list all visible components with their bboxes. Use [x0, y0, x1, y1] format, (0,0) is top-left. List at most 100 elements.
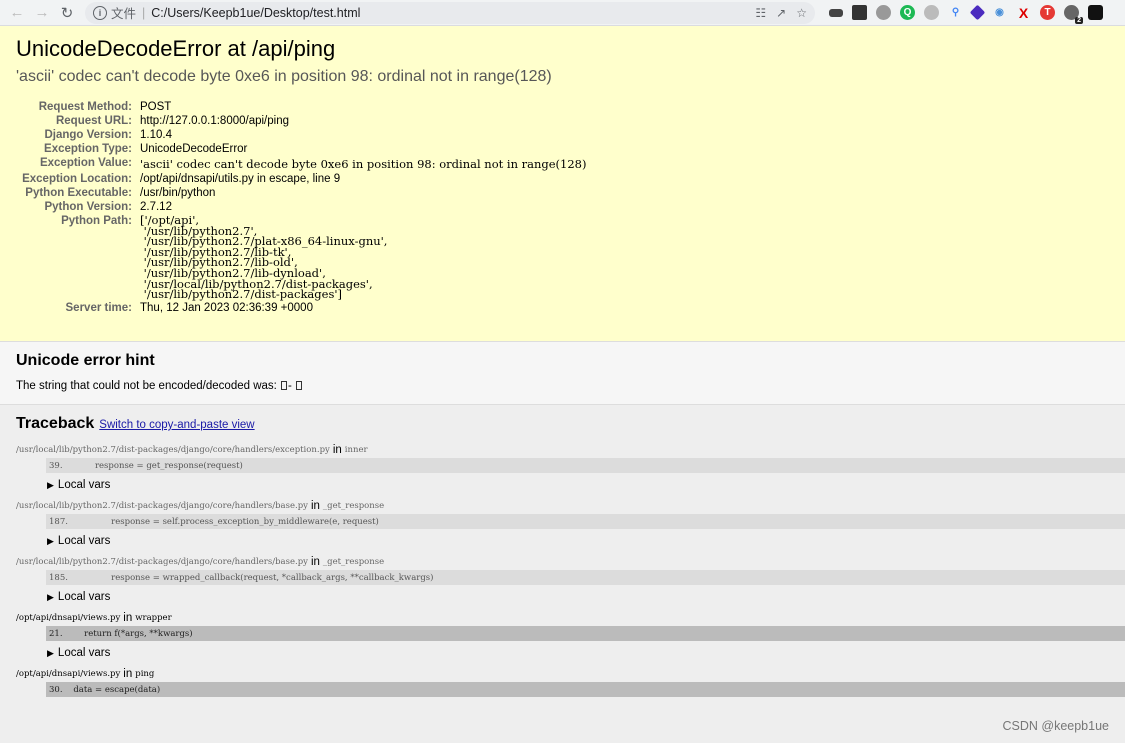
- in-word: in: [123, 611, 133, 624]
- traceback-frame: /usr/local/lib/python2.7/dist-packages/d…: [16, 441, 1125, 497]
- in-word: in: [310, 499, 320, 512]
- traceback-frame: /usr/local/lib/python2.7/dist-packages/d…: [16, 553, 1125, 609]
- context-line[interactable]: 185. response = wrapped_callback(request…: [46, 570, 1125, 585]
- frame-file: /usr/local/lib/python2.7/dist-packages/d…: [16, 441, 1125, 458]
- meta-row: Python Executable: /usr/bin/python: [22, 186, 586, 200]
- reload-icon[interactable]: ↻: [56, 2, 78, 24]
- share-icon[interactable]: ↗: [776, 6, 786, 20]
- extension-icon[interactable]: [1088, 5, 1103, 20]
- local-vars-label: Local vars: [57, 647, 111, 659]
- back-icon[interactable]: ←: [6, 2, 28, 24]
- extension-icon[interactable]: [829, 8, 843, 17]
- eye-icon[interactable]: ◉: [992, 5, 1007, 20]
- local-vars-toggle[interactable]: ▶ Local vars: [47, 529, 1125, 553]
- frame-function: inner: [344, 444, 368, 455]
- hint-label: The string that could not be encoded/dec…: [16, 380, 281, 392]
- code-text: return f(*args, **kwargs): [62, 628, 193, 639]
- extension-icon[interactable]: [924, 5, 939, 20]
- context-line[interactable]: 39. response = get_response(request): [46, 458, 1125, 473]
- extension-icon[interactable]: [969, 4, 986, 21]
- extension-icon[interactable]: [876, 5, 891, 20]
- meta-row: Request Method: POST: [22, 100, 586, 114]
- meta-row: Exception Value: 'ascii' codec can't deco…: [22, 156, 587, 172]
- meta-value: Thu, 12 Jan 2023 02:36:39 +0000: [140, 301, 313, 314]
- unicode-hint-section: Unicode error hint The string that could…: [0, 342, 1125, 405]
- in-word: in: [123, 667, 133, 680]
- meta-value: UnicodeDecodeError: [140, 143, 248, 155]
- translate-icon[interactable]: ☷: [755, 6, 766, 20]
- qr-icon[interactable]: [852, 5, 867, 20]
- page-title: UnicodeDecodeError at /api/ping: [16, 36, 336, 61]
- meta-label: Django Version:: [44, 129, 132, 141]
- x-extension-icon[interactable]: X: [1016, 5, 1031, 21]
- meta-row: Request URL: http://127.0.0.1:8000/api/pi…: [22, 114, 586, 128]
- meta-label: Python Path:: [61, 215, 132, 227]
- triangle-right-icon: ▶: [47, 647, 54, 658]
- meta-value: http://127.0.0.1:8000/api/ping: [140, 115, 289, 127]
- local-vars-label: Local vars: [57, 591, 111, 603]
- traceback-title: Traceback: [16, 415, 95, 432]
- meta-value: POST: [140, 101, 172, 113]
- code-text: data = escape(data): [62, 684, 161, 695]
- meta-row: Exception Location: /opt/api/dnsapi/utils…: [22, 172, 586, 186]
- line-number: 39.: [49, 460, 63, 471]
- traceback-frame: /opt/api/dnsapi/views.py in ping 30. data …: [16, 665, 1125, 697]
- context-line[interactable]: 187. response = self.process_exception_b…: [46, 514, 1125, 529]
- frame-filename: /usr/local/lib/python2.7/dist-packages/d…: [16, 500, 308, 511]
- extension-icon[interactable]: T: [1040, 5, 1055, 20]
- frame-filename: /opt/api/dnsapi/views.py: [16, 668, 121, 679]
- browser-toolbar: ← → ↻ i 文件 | C:/Users/Keepb1ue/Desktop/t…: [0, 0, 1125, 26]
- url-text[interactable]: C:/Users/Keepb1ue/Desktop/test.html: [151, 6, 755, 20]
- in-word: in: [310, 555, 320, 568]
- meta-value: 'ascii' codec can't decode byte 0xe6 in …: [140, 157, 587, 171]
- frame-file: /opt/api/dnsapi/views.py in wrapper: [16, 609, 1125, 626]
- context-line[interactable]: 21. return f(*args, **kwargs): [46, 626, 1125, 641]
- extension-badge-icon[interactable]: 2: [1064, 5, 1083, 24]
- exception-value-heading: 'ascii' codec can't decode byte 0xe6 in …: [16, 68, 552, 85]
- local-vars-toggle[interactable]: ▶ Local vars: [47, 585, 1125, 609]
- separator: |: [142, 5, 146, 20]
- line-number: 187.: [49, 516, 68, 527]
- local-vars-toggle[interactable]: ▶ Local vars: [47, 641, 1125, 665]
- hint-mid: -: [288, 380, 296, 392]
- traceback-frame: /usr/local/lib/python2.7/dist-packages/d…: [16, 497, 1125, 553]
- undecodable-char-icon: [281, 381, 288, 390]
- meta-row: Django Version: 1.10.4: [22, 128, 586, 142]
- line-number: 185.: [49, 572, 68, 583]
- meta-label: Python Version:: [44, 201, 132, 213]
- frame-filename: /usr/local/lib/python2.7/dist-packages/d…: [16, 556, 308, 567]
- local-vars-toggle[interactable]: ▶ Local vars: [47, 473, 1125, 497]
- pin-icon[interactable]: ⚲: [948, 5, 963, 20]
- meta-value: /usr/bin/python: [140, 187, 216, 199]
- context-line[interactable]: 30. data = escape(data): [46, 682, 1125, 697]
- meta-label: Exception Type:: [44, 143, 132, 155]
- meta-row: Server time: Thu, 12 Jan 2023 02:36:39 +0…: [22, 301, 586, 315]
- meta-value: 2.7.12: [140, 201, 172, 213]
- info-icon[interactable]: i: [93, 5, 107, 20]
- frame-function: _get_response: [322, 500, 385, 511]
- address-bar[interactable]: i 文件 | C:/Users/Keepb1ue/Desktop/test.ht…: [85, 1, 815, 24]
- traceback-heading: Traceback Switch to copy-and-paste view: [16, 415, 1125, 433]
- meta-label: Python Executable:: [25, 187, 132, 199]
- unicode-hint-heading: Unicode error hint: [16, 352, 155, 369]
- meta-value: 1.10.4: [140, 129, 172, 141]
- traceback-section: Traceback Switch to copy-and-paste view …: [0, 405, 1125, 743]
- unicode-hint-text: The string that could not be encoded/dec…: [16, 380, 1109, 392]
- meta-label: Request URL:: [55, 115, 132, 127]
- meta-label: Server time:: [65, 301, 132, 314]
- local-vars-label: Local vars: [57, 479, 111, 491]
- extensions-bar: Q ⚲ ◉ X T 2: [829, 4, 1103, 24]
- local-vars-label: Local vars: [57, 535, 111, 547]
- switch-view-link[interactable]: Switch to copy-and-paste view: [99, 419, 254, 431]
- code-text: response = wrapped_callback(request, *ca…: [67, 572, 434, 583]
- code-text: response = get_response(request): [62, 460, 243, 471]
- in-word: in: [332, 443, 342, 456]
- meta-label: Request Method:: [38, 101, 132, 113]
- triangle-right-icon: ▶: [47, 591, 54, 602]
- frame-file: /usr/local/lib/python2.7/dist-packages/d…: [16, 553, 1125, 570]
- watermark: CSDN @keepb1ue: [1002, 719, 1110, 733]
- extension-icon[interactable]: Q: [900, 5, 915, 20]
- meta-row: Python Path: ['/opt/api', '/usr/lib/pytho…: [22, 214, 586, 301]
- forward-icon[interactable]: →: [31, 2, 53, 24]
- star-icon[interactable]: ☆: [796, 6, 807, 20]
